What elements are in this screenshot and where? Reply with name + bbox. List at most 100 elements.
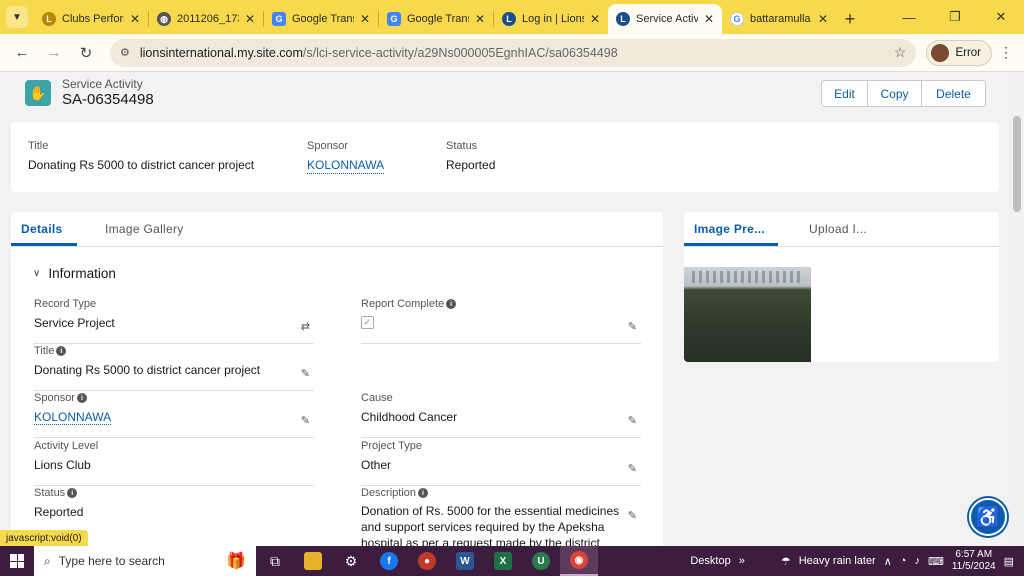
- address-bar[interactable]: ⚙ lionsinternational.my.site.com/s/lci-s…: [110, 38, 917, 67]
- restore-icon[interactable]: ❐: [932, 0, 978, 34]
- edit-pencil-icon[interactable]: ✎: [628, 320, 637, 333]
- page-scrollbar[interactable]: [1010, 72, 1024, 546]
- browser-tab[interactable]: G Google Trans ✕: [264, 4, 378, 34]
- field-label: Description: [361, 487, 417, 499]
- change-record-type-icon[interactable]: ⇄: [301, 320, 310, 333]
- weather-text[interactable]: Heavy rain later: [799, 555, 876, 567]
- globe-icon: ◍: [157, 12, 171, 26]
- delete-button[interactable]: Delete: [922, 81, 985, 106]
- sponsor-link[interactable]: KOLONNAWA: [307, 158, 385, 174]
- field-title: Title i Donating Rs 5000 to district canc…: [34, 345, 314, 391]
- page-content: ✋ Service Activity SA-06354498 Edit Copy…: [0, 72, 1024, 546]
- browser-tab[interactable]: G battaramulla ✕: [722, 4, 836, 34]
- active-tab-indicator: [684, 243, 778, 246]
- browser-tab-active[interactable]: L Service Activ ✕: [608, 4, 722, 34]
- field-description: Description i Donation of Rs. 5000 for th…: [361, 487, 641, 546]
- tab-title: battaramulla: [750, 13, 811, 25]
- tab-details[interactable]: Details: [21, 222, 62, 236]
- copy-button[interactable]: Copy: [868, 81, 922, 106]
- minimize-icon[interactable]: —: [886, 0, 932, 34]
- close-icon[interactable]: ✕: [245, 12, 255, 26]
- app-u-icon[interactable]: U: [522, 546, 560, 576]
- chevron-up-icon[interactable]: ∧: [884, 555, 892, 568]
- tab-image-gallery[interactable]: Image Gallery: [105, 222, 184, 236]
- task-view-icon[interactable]: ⧉: [256, 546, 294, 576]
- volume-icon[interactable]: ♪: [914, 555, 920, 567]
- edit-pencil-icon[interactable]: ✎: [628, 462, 637, 475]
- browser-tab[interactable]: L Log in | Lions ✕: [494, 4, 608, 34]
- search-placeholder: Type here to search: [58, 554, 165, 568]
- field-label: Project Type: [361, 440, 422, 452]
- sponsor-link[interactable]: KOLONNAWA: [34, 410, 112, 425]
- close-icon[interactable]: ✕: [360, 12, 370, 26]
- edit-pencil-icon[interactable]: ✎: [628, 509, 637, 522]
- close-icon[interactable]: ✕: [704, 12, 714, 26]
- settings-icon[interactable]: ⚙: [332, 546, 370, 576]
- url-text[interactable]: lionsinternational.my.site.com/s/lci-ser…: [140, 46, 884, 60]
- start-button[interactable]: [0, 546, 34, 576]
- taskbar-search[interactable]: ⌕ Type here to search 🎁: [34, 546, 256, 576]
- profile-button[interactable]: Error: [926, 39, 992, 66]
- close-icon[interactable]: ✕: [475, 12, 485, 26]
- details-card: Details Image Gallery ∨ Information Reco…: [11, 212, 663, 546]
- clock[interactable]: 6:57 AM 11/5/2024: [952, 549, 996, 573]
- section-title: Information: [48, 266, 116, 281]
- edit-pencil-icon[interactable]: ✎: [301, 414, 310, 427]
- new-tab-button[interactable]: +: [836, 4, 864, 34]
- info-icon[interactable]: i: [67, 488, 78, 498]
- edit-pencil-icon[interactable]: ✎: [628, 414, 637, 427]
- network-icon[interactable]: ◔: [900, 555, 907, 567]
- windows-logo-icon: [10, 554, 24, 568]
- file-explorer-icon[interactable]: [294, 546, 332, 576]
- image-thumbnail[interactable]: [684, 267, 811, 362]
- browser-tab[interactable]: G Google Trans ✕: [379, 4, 493, 34]
- highlights-panel: Title Donating Rs 5000 to district cance…: [11, 122, 999, 192]
- tab-search-button[interactable]: ▼: [6, 6, 28, 28]
- clock-time: 6:57 AM: [955, 549, 993, 560]
- menu-kebab-icon[interactable]: ⋮: [996, 44, 1016, 61]
- close-icon[interactable]: ✕: [818, 12, 828, 26]
- edit-button[interactable]: Edit: [822, 81, 868, 106]
- chevron-double-right-icon[interactable]: »: [739, 555, 745, 567]
- bookmark-star-icon[interactable]: ☆: [894, 44, 907, 61]
- info-icon[interactable]: i: [446, 299, 457, 309]
- close-icon[interactable]: ✕: [590, 12, 600, 26]
- image-preview-card: Image Pre... Upload I...: [684, 212, 999, 362]
- info-icon[interactable]: i: [76, 393, 87, 403]
- browser-tab[interactable]: L Clubs Perform ✕: [34, 4, 148, 34]
- section-toggle[interactable]: ∨ Information: [33, 266, 116, 281]
- back-arrow-icon[interactable]: ←: [8, 39, 36, 67]
- field-label-wrap: Title i: [34, 345, 314, 357]
- site-settings-icon[interactable]: ⚙: [120, 46, 130, 59]
- notification-icon[interactable]: ▤: [1004, 555, 1014, 568]
- scrollbar-thumb[interactable]: [1013, 116, 1021, 212]
- field-label: Sponsor: [34, 392, 75, 404]
- google-translate-icon: G: [387, 12, 401, 26]
- app-icon[interactable]: ●: [408, 546, 446, 576]
- accessibility-icon[interactable]: ♿: [969, 498, 1007, 536]
- reload-icon[interactable]: ↻: [72, 39, 100, 67]
- weather-rain-icon[interactable]: ☂: [781, 555, 791, 568]
- chrome-icon[interactable]: ◉: [560, 546, 598, 576]
- close-icon[interactable]: ✕: [130, 12, 140, 26]
- excel-icon[interactable]: X: [484, 546, 522, 576]
- close-window-icon[interactable]: ✕: [978, 0, 1024, 34]
- info-icon[interactable]: i: [418, 488, 429, 498]
- field-value: Service Project: [34, 316, 115, 330]
- edit-pencil-icon[interactable]: ✎: [301, 367, 310, 380]
- facebook-icon[interactable]: f: [370, 546, 408, 576]
- word-icon[interactable]: W: [446, 546, 484, 576]
- forward-arrow-icon[interactable]: →: [40, 39, 68, 67]
- tab-image-preview[interactable]: Image Pre...: [694, 222, 765, 236]
- info-icon[interactable]: i: [56, 346, 67, 356]
- lions-logo-icon: L: [502, 12, 516, 26]
- field-sponsor: Sponsor i KOLONNAWA ✎: [34, 392, 314, 438]
- tab-upload-image[interactable]: Upload I...: [809, 222, 867, 236]
- browser-tabstrip: ▼ L Clubs Perform ✕ ◍ 2011206_173 ✕ G Go…: [0, 0, 1024, 34]
- browser-tab[interactable]: ◍ 2011206_173 ✕: [149, 4, 263, 34]
- desktop-toolbar-label[interactable]: Desktop: [690, 555, 730, 567]
- image-tabs: Image Pre... Upload I...: [684, 212, 999, 247]
- field-activity-level: Activity Level Lions Club: [34, 440, 314, 486]
- tab-title: Google Trans: [292, 13, 354, 25]
- keyboard-icon[interactable]: ⌨: [928, 555, 944, 568]
